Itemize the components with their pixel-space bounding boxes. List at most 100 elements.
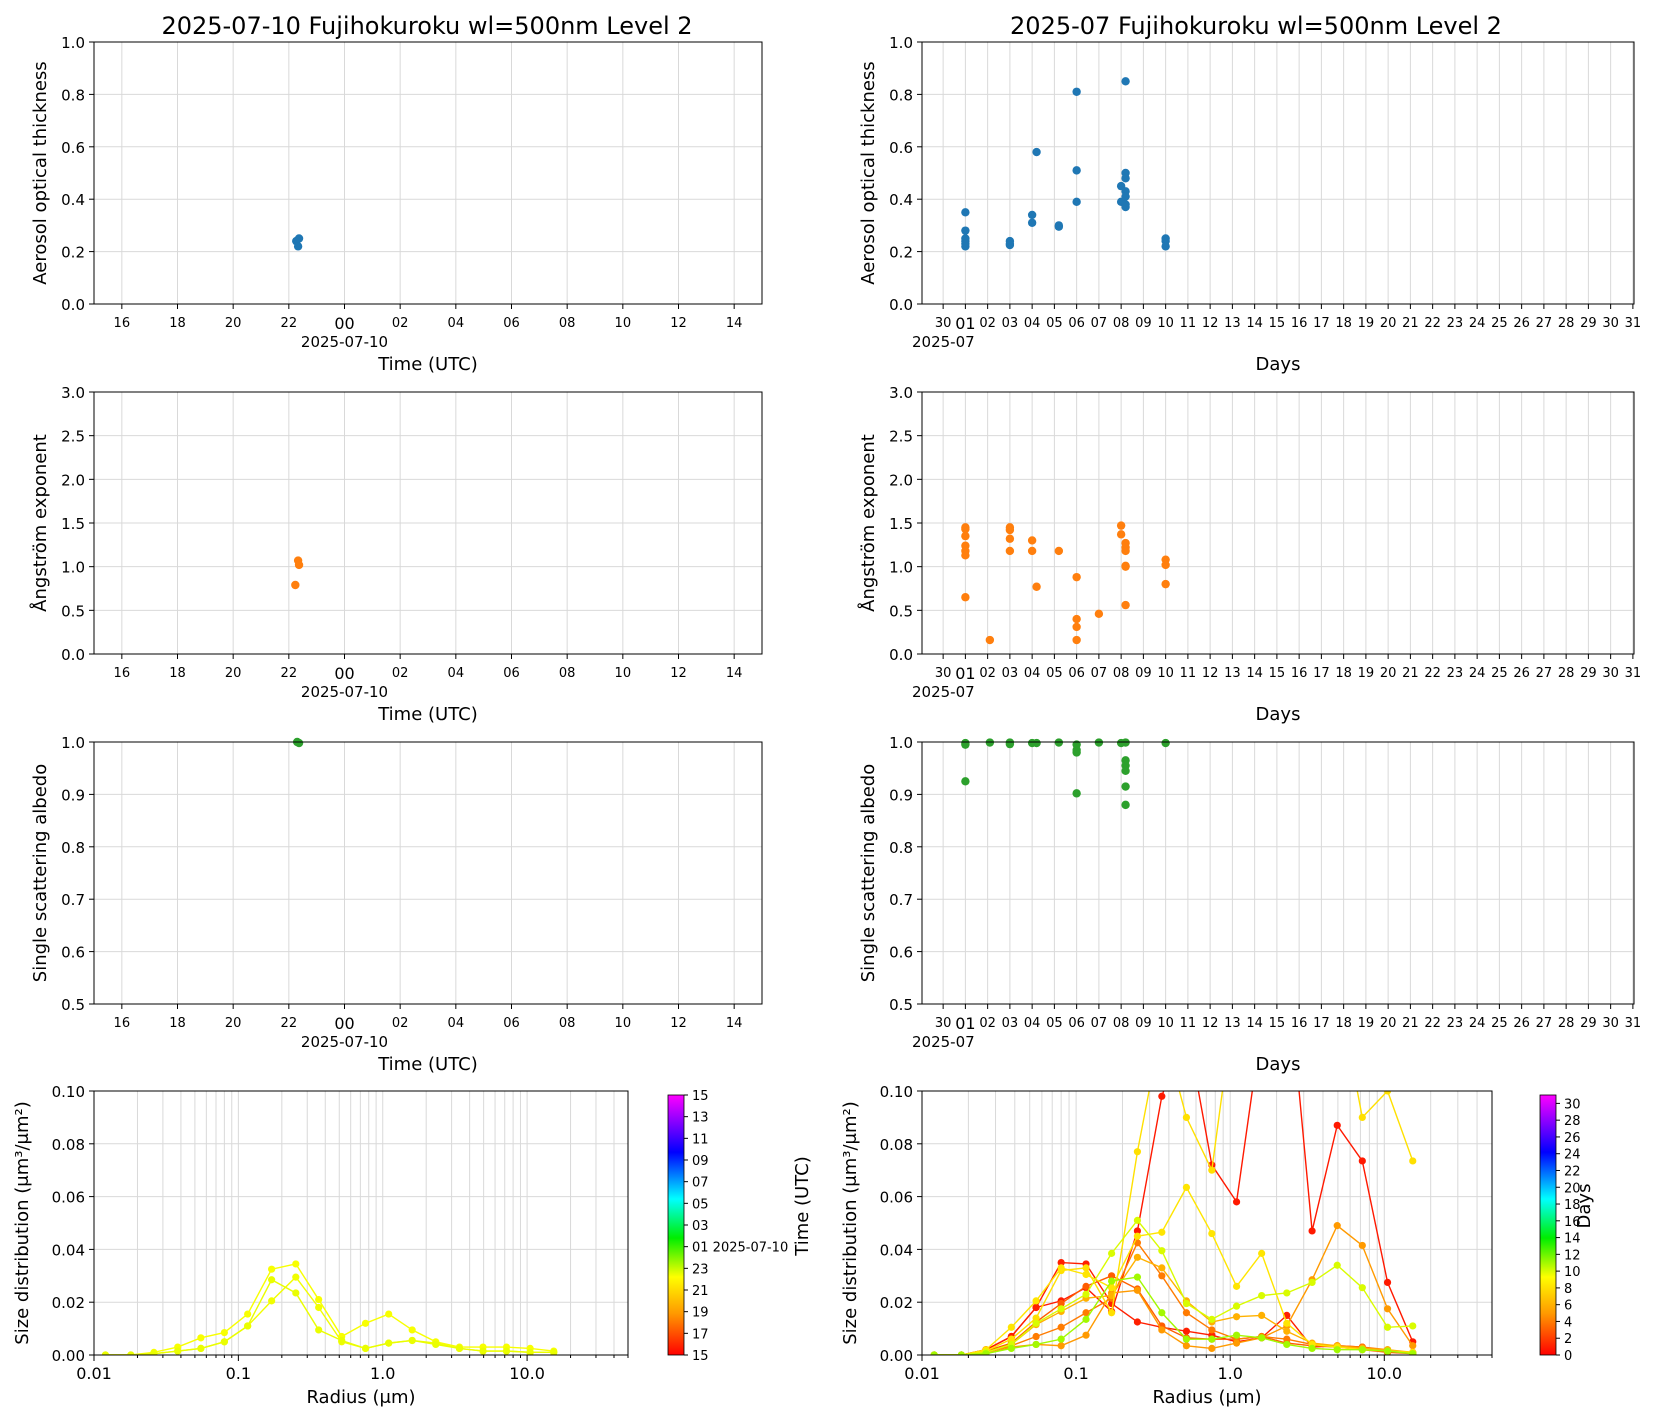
x-tick-label: 24 — [1469, 1016, 1486, 1031]
series-point — [1333, 1346, 1341, 1354]
data-point — [291, 580, 300, 590]
y-tick-label: 0.5 — [61, 602, 85, 620]
x-tick-label: 26 — [1513, 1016, 1530, 1031]
x-tick-label: 10 — [615, 316, 632, 331]
x-tick-label: 1.0 — [370, 1364, 395, 1383]
x-date-sublabel: 2025-07-10 — [301, 683, 388, 701]
series-point — [220, 1338, 228, 1346]
series-point — [1258, 1292, 1266, 1300]
colorbar-tick-label: 21 — [692, 1284, 709, 1299]
colorbar-tick-label: 18 — [1564, 1198, 1581, 1213]
colorbar-tick-label: 6 — [1564, 1299, 1572, 1314]
x-tick-label: 16 — [114, 1016, 131, 1031]
series-point — [1358, 1284, 1366, 1292]
series-point — [244, 1322, 252, 1330]
series-point — [338, 1336, 346, 1345]
series-point — [1358, 1113, 1366, 1121]
y-tick-label: 1.0 — [889, 34, 913, 52]
data-point — [1072, 635, 1081, 645]
series-point — [1082, 1315, 1090, 1323]
colorbar-daily_size: 15 17 19 21 23 01 2025-07-10 03 05 07 09 11 13 15 — [667, 1089, 788, 1364]
data-point — [1116, 521, 1126, 530]
y-tick-label: 0.5 — [61, 996, 85, 1014]
series-point — [1032, 1303, 1040, 1312]
colorbar-tick-label: 23 — [692, 1262, 709, 1277]
y-tick-label: 0.8 — [889, 86, 913, 104]
x-tick-label: 1.0 — [1217, 1364, 1242, 1383]
series-point — [1232, 1302, 1241, 1310]
colorbar-tick-label: 30 — [1564, 1097, 1581, 1112]
x-tick-label: 00 — [334, 664, 354, 683]
x-tick-label: 21 — [1402, 316, 1419, 331]
series-point — [268, 1265, 276, 1273]
data-point — [1005, 546, 1015, 556]
series-point — [1283, 1327, 1291, 1335]
y-tick-label: 0.4 — [61, 191, 85, 209]
x-tick-label: 0.1 — [226, 1364, 251, 1383]
series-point — [1082, 1282, 1090, 1290]
colorbar-tick-label: 14 — [1564, 1232, 1581, 1247]
x-tick-label: 02 — [979, 316, 996, 331]
x-tick-label: 27 — [1536, 1016, 1553, 1031]
series-point — [982, 1350, 990, 1355]
x-tick-label: 30 — [935, 666, 952, 681]
x-tick-label: 25 — [1491, 1016, 1508, 1031]
series-point — [1232, 1198, 1241, 1206]
x-tick-label: 23 — [1447, 316, 1464, 331]
x-tick-label: 19 — [1358, 316, 1375, 331]
x-tick-label: 10 — [1157, 316, 1174, 331]
data-point — [1121, 77, 1130, 86]
series-point — [1182, 1327, 1191, 1335]
x-tick-label: 09 — [1135, 1016, 1152, 1031]
series-point — [1208, 1229, 1216, 1238]
x-axis-label: Time (UTC) — [377, 1054, 478, 1075]
data-point — [961, 777, 970, 786]
y-axis-label: Size distribution (μm³/μm²) — [840, 1101, 861, 1344]
x-tick-label: 03 — [1002, 1016, 1019, 1031]
data-point — [1072, 87, 1081, 96]
x-tick-label: 02 — [392, 316, 409, 331]
x-tick-label: 02 — [392, 1016, 409, 1031]
y-tick-label: 0.10 — [52, 1083, 85, 1101]
data-point — [1072, 789, 1081, 798]
y-axis-label: Size distribution (μm³/μm²) — [12, 1101, 33, 1344]
y-tick-label: 0.8 — [61, 839, 85, 857]
plot-frame — [921, 741, 1635, 1005]
x-tick-label: 21 — [1402, 1016, 1419, 1031]
x-tick-label: 20 — [1380, 666, 1397, 681]
x-axis-label: Days — [1256, 704, 1301, 725]
colorbar-tick-label: 4 — [1564, 1315, 1572, 1330]
colorbar-tick-label: 05 — [692, 1197, 709, 1212]
x-tick-label: 02 — [979, 666, 996, 681]
data-point — [1027, 536, 1037, 545]
series-point — [1133, 1216, 1142, 1224]
series-point — [408, 1326, 416, 1334]
series-line — [934, 1256, 1413, 1355]
series-point — [1308, 1035, 1315, 1042]
data-point — [1072, 572, 1081, 582]
x-axis-label: Radius (μm) — [1152, 1387, 1261, 1408]
x-date-sublabel: 2025-07-10 — [301, 1033, 388, 1051]
y-axis-label: Ångström exponent — [857, 434, 879, 612]
y-tick-label: 0.0 — [61, 646, 85, 664]
x-tick-label: 30 — [1602, 1016, 1619, 1031]
x-tick-label: 07 — [1091, 316, 1108, 331]
x-tick-label: 08 — [559, 316, 576, 331]
y-tick-label: 1.5 — [61, 515, 85, 533]
x-tick-label: 26 — [1513, 666, 1530, 681]
colorbar-tick-label: 16 — [1564, 1215, 1581, 1230]
colorbar-tick-label: 15 — [692, 1089, 709, 1104]
x-tick-label: 0.01 — [76, 1364, 112, 1383]
x-tick-label: 04 — [448, 1016, 465, 1031]
x-tick-label: 18 — [1335, 316, 1352, 331]
x-tick-label: 21 — [1402, 666, 1419, 681]
series-line — [934, 1275, 1413, 1355]
series-point — [1082, 1264, 1090, 1272]
y-tick-label: 1.0 — [61, 559, 85, 577]
y-tick-label: 0.08 — [880, 1136, 913, 1154]
y-tick-label: 0.5 — [889, 996, 913, 1014]
x-tick-label: 20 — [1380, 1016, 1397, 1031]
y-axis-label: Aerosol optical thickness — [30, 61, 51, 284]
series-point — [1283, 1289, 1291, 1297]
series-point — [1232, 1339, 1241, 1347]
